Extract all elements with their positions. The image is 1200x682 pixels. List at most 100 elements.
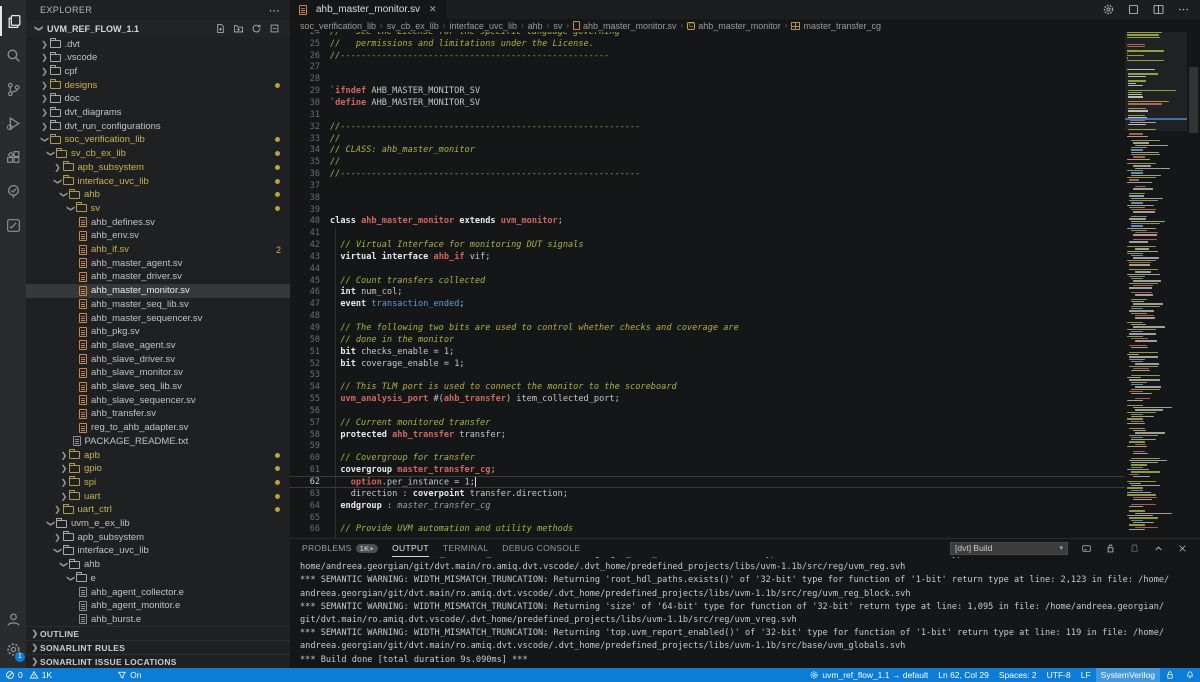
tree-folder-soc_verification_lib[interactable]: ❯soc_verification_lib [26,133,290,147]
breadcrumb-item-sv[interactable]: sv [553,21,562,31]
tree-folder-interface_uvc_lib[interactable]: ❯interface_uvc_lib [26,174,290,188]
code-line-32[interactable]: 32//------------------------------------… [290,121,1125,133]
code-line-65[interactable]: 65 [290,512,1125,524]
tree-file-ahb_slave_driver.sv[interactable]: ahb_slave_driver.sv [26,352,290,366]
maximize-panel-icon[interactable] [1153,543,1164,554]
code-line-40[interactable]: 40class ahb_master_monitor extends uvm_m… [290,216,1125,228]
panel-tab-output[interactable]: OUTPUT [392,539,429,557]
tree-file-ahb_slave_seq_lib.sv[interactable]: ahb_slave_seq_lib.sv [26,380,290,394]
code-line-30[interactable]: 30`define AHB_MASTER_MONITOR_SV [290,97,1125,109]
tree-file-ahb_slave_sequencer.sv[interactable]: ahb_slave_sequencer.sv [26,393,290,407]
code-line-54[interactable]: 54 // This TLM port is used to connect t… [290,381,1125,393]
tree-file-ahb_defines.sv[interactable]: ahb_defines.sv [26,215,290,229]
code-line-49[interactable]: 49 // The following two bits are used to… [290,322,1125,334]
panel-tab-problems[interactable]: PROBLEMS1K+ [302,539,378,557]
explorer-icon[interactable] [6,13,23,30]
activity-account[interactable] [0,604,26,634]
code-line-53[interactable]: 53 [290,369,1125,381]
code-line-36[interactable]: 36//------------------------------------… [290,168,1125,180]
section-sonarlint-rules[interactable]: ❯SONARLINT RULES [26,640,290,654]
breadcrumb-item-master_transfer_cg[interactable]: master_transfer_cg [791,21,881,31]
code-line-31[interactable]: 31 [290,109,1125,121]
problems-status[interactable]: 0 1K [0,668,57,682]
more-actions-icon[interactable] [1177,3,1190,16]
status-dvt-project[interactable]: uvm_ref_flow_1.1 → default [804,668,933,682]
code-line-61[interactable]: 61 covergroup master_transfer_cg; [290,464,1125,476]
lock-icon[interactable] [1165,670,1175,680]
code-line-29[interactable]: 29`ifndef AHB_MASTER_MONITOR_SV [290,85,1125,97]
tree-file-ahb_master_agent.sv[interactable]: ahb_master_agent.sv [26,256,290,270]
status-eol[interactable]: LF [1076,668,1096,682]
tree-file-reg_to_ahb_adapter.sv[interactable]: reg_to_ahb_adapter.sv [26,421,290,435]
account-icon[interactable] [5,611,22,628]
code-line-41[interactable]: 41 [290,227,1125,239]
new-folder-icon[interactable] [233,23,244,34]
code-line-25[interactable]: 25// permissions and limitations under t… [290,38,1125,50]
run-settings-icon[interactable] [1102,3,1115,16]
breadcrumb-item-soc_verification_lib[interactable]: soc_verification_lib [300,21,376,31]
code-line-57[interactable]: 57 // Current monitored transfer [290,417,1125,429]
code-line-51[interactable]: 51 bit checks_enable = 1; [290,346,1125,358]
source-control-icon[interactable] [5,81,22,98]
run-debug-icon[interactable] [5,115,22,132]
tree-file-ahb_env.sv[interactable]: ahb_env.sv [26,229,290,243]
tree-folder-sv[interactable]: ❯sv [26,201,290,215]
code-line-47[interactable]: 47 event transaction_ended; [290,298,1125,310]
breadcrumb-item-ahb_master_monitor[interactable]: Cahb_master_monitor [687,21,781,31]
breadcrumb-item-ahb_master_monitor.sv[interactable]: ahb_master_monitor.sv [573,21,677,31]
tree-file-ahb_if.sv[interactable]: ahb_if.sv2 [26,243,290,257]
output-channel-select[interactable]: [dvt] Build▾ [950,542,1068,555]
code-line-63[interactable]: 63 direction : coverpoint transfer.direc… [290,488,1125,500]
tree-folder-designs[interactable]: ❯designs [26,78,290,92]
tree-folder-doc[interactable]: ❯doc [26,92,290,106]
tree-folder-ahb[interactable]: ❯ahb [26,188,290,202]
tree-folder-uvm_e_ex_lib[interactable]: ❯uvm_e_ex_lib [26,517,290,531]
section-outline[interactable]: ❯OUTLINE [26,626,290,640]
tree-folder-dvt_diagrams[interactable]: ❯dvt_diagrams [26,106,290,120]
status-encoding[interactable]: UTF-8 [1042,668,1076,682]
tree-file-ahb_slave_agent.sv[interactable]: ahb_slave_agent.sv [26,338,290,352]
code-line-34[interactable]: 34// CLASS: ahb_master_monitor [290,144,1125,156]
tab-ahb-master-monitor[interactable]: ahb_master_monitor.sv ✕ [290,0,446,19]
code-line-60[interactable]: 60 // Covergroup for transfer [290,452,1125,464]
code-line-62[interactable]: 62 option.per_instance = 1; [290,476,1125,488]
code-line-27[interactable]: 27 [290,62,1125,74]
tree-folder-dvt_run_configurations[interactable]: ❯dvt_run_configurations [26,119,290,133]
code-line-39[interactable]: 39 [290,204,1125,216]
code-line-48[interactable]: 48 [290,310,1125,322]
extensions-icon[interactable] [5,149,22,166]
activity-testing[interactable] [0,176,26,206]
tree-folder-uart[interactable]: ❯uart [26,489,290,503]
lock-scroll-icon[interactable] [1105,543,1116,554]
minimap[interactable] [1125,32,1187,538]
activity-extensions[interactable] [0,142,26,172]
activity-run-debug[interactable] [0,108,26,138]
code-line-45[interactable]: 45 // Count transfers collected [290,275,1125,287]
code-line-56[interactable]: 56 [290,405,1125,417]
code-line-46[interactable]: 46 int num_col; [290,287,1125,299]
tree-file-PACKAGE_README.txt[interactable]: PACKAGE_README.txt [26,434,290,448]
activity-explorer[interactable] [0,6,26,36]
tree-folder-gpio[interactable]: ❯gpio [26,462,290,476]
tree-folder-apb_subsystem[interactable]: ❯apb_subsystem [26,160,290,174]
code-line-55[interactable]: 55 uvm_analysis_port #(ahb_transfer) ite… [290,393,1125,405]
code-line-44[interactable]: 44 [290,263,1125,275]
tree-file-ahb_master_sequencer.sv[interactable]: ahb_master_sequencer.sv [26,311,290,325]
bell-icon[interactable] [1185,670,1195,680]
panel-tab-debug-console[interactable]: DEBUG CONSOLE [502,539,580,557]
breadcrumb-item-interface_uvc_lib[interactable]: interface_uvc_lib [449,21,517,31]
open-changes-icon[interactable] [1127,3,1140,16]
tree-file-ahb_agent_monitor.e[interactable]: ahb_agent_monitor.e [26,599,290,613]
code-line-50[interactable]: 50 // done in the monitor [290,334,1125,346]
refresh-icon[interactable] [251,23,262,34]
minimap-viewport[interactable] [1125,32,1187,131]
activity-dvt-edit[interactable] [0,210,26,240]
status-indentation[interactable]: Spaces: 2 [994,668,1042,682]
tree-file-ahb_master_monitor.sv[interactable]: ahb_master_monitor.sv [26,284,290,298]
status-cursor-position[interactable]: Ln 62, Col 29 [933,668,994,682]
code-line-58[interactable]: 58 protected ahb_transfer transfer; [290,429,1125,441]
code-line-26[interactable]: 26//------------------------------------… [290,50,1125,62]
status-language-mode[interactable]: SystemVerilog [1096,668,1160,682]
tree-folder-interface_uvc_lib[interactable]: ❯interface_uvc_lib [26,544,290,558]
tree-file-ahb_master_driver.sv[interactable]: ahb_master_driver.sv [26,270,290,284]
